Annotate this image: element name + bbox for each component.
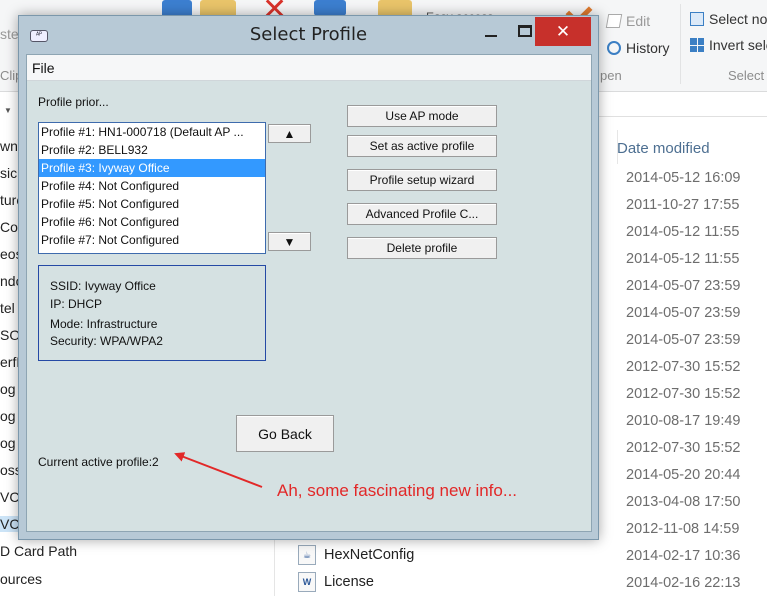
file-date: 2014-05-12 11:55 <box>626 251 740 267</box>
file-date: 2012-07-30 15:52 <box>626 386 741 402</box>
chevron-down-icon[interactable]: ▼ <box>4 106 12 115</box>
info-ssid: SSID: Ivyway Office <box>50 279 156 293</box>
set-active-profile-button[interactable]: Set as active profile <box>347 135 497 157</box>
file-date: 2012-07-30 15:52 <box>626 359 741 375</box>
list-item[interactable]: Profile #2: BELL932 <box>39 141 265 159</box>
close-button[interactable]: ✕ <box>535 17 591 46</box>
select-none-icon <box>690 12 704 26</box>
ribbon-history[interactable]: History <box>607 40 670 56</box>
current-active-profile-value: 2 <box>152 455 159 469</box>
dialog-client-area: File Profile prior... Profile #1: HN1-00… <box>26 54 592 532</box>
select-profile-dialog: ᴬᴾ Select Profile ✕ File Profile prior..… <box>18 15 599 540</box>
nav-item[interactable]: og <box>0 381 16 397</box>
file-date: 2010-08-17 19:49 <box>626 413 741 429</box>
advanced-profile-button[interactable]: Advanced Profile C... <box>347 203 497 225</box>
delete-profile-button[interactable]: Delete profile <box>347 237 497 259</box>
arrow-up-icon: ▲ <box>283 126 296 141</box>
java-icon: ☕ <box>298 545 316 565</box>
move-down-button[interactable]: ▼ <box>268 232 311 251</box>
ribbon-edit[interactable]: Edit <box>605 13 650 29</box>
profile-setup-wizard-button[interactable]: Profile setup wizard <box>347 169 497 191</box>
file-date: 2014-05-07 23:59 <box>626 278 741 294</box>
list-item[interactable]: Profile #4: Not Configured <box>39 177 265 195</box>
list-item[interactable]: Profile #6: Not Configured <box>39 213 265 231</box>
edit-icon <box>605 14 623 28</box>
select-group-label: Select <box>728 68 765 83</box>
ribbon-divider <box>680 4 681 84</box>
list-item-selected[interactable]: Profile #3: Ivyway Office <box>39 159 265 177</box>
move-up-button[interactable]: ▲ <box>268 124 311 143</box>
minimize-icon <box>485 35 497 37</box>
list-item[interactable]: Profile #5: Not Configured <box>39 195 265 213</box>
maximize-icon <box>518 25 532 37</box>
open-group-label: pen <box>600 68 622 83</box>
nav-item[interactable]: VC <box>0 489 19 505</box>
nav-item-sd-card-path[interactable]: D Card Path <box>0 543 77 559</box>
properties-icon[interactable] <box>314 0 346 16</box>
nav-item-sources[interactable]: ources <box>0 571 42 587</box>
list-item[interactable]: Profile #1: HN1-000718 (Default AP ... <box>39 123 265 141</box>
file-date: 2014-05-07 23:59 <box>626 305 741 321</box>
column-date-modified[interactable]: Date modified <box>617 140 710 157</box>
ribbon-select-none[interactable]: Select no <box>690 11 767 27</box>
nav-item[interactable]: og <box>0 435 16 451</box>
close-icon: ✕ <box>555 21 571 41</box>
info-ip: IP: DHCP <box>50 297 103 311</box>
file-date: 2014-02-17 10:36 <box>626 548 741 564</box>
profile-info-box: SSID: Ivyway Office IP: DHCP Mode: Infra… <box>38 265 266 361</box>
info-security: Security: WPA/WPA2 <box>50 334 163 348</box>
file-date: 2014-05-12 16:09 <box>626 170 741 186</box>
current-active-profile-label: Current active profile: <box>38 455 153 469</box>
file-date: 2013-04-08 17:50 <box>626 494 741 510</box>
list-item[interactable]: Profile #7: Not Configured <box>39 231 265 249</box>
file-row-license[interactable]: W License <box>298 572 374 592</box>
arrow-down-icon: ▼ <box>283 234 296 249</box>
nav-item[interactable]: sic <box>0 165 17 181</box>
paste-label: ste <box>0 26 19 42</box>
menu-file[interactable]: File <box>32 60 55 76</box>
file-date: 2014-02-16 22:13 <box>626 575 741 591</box>
go-back-button[interactable]: Go Back <box>236 415 334 452</box>
file-date: 2014-05-20 20:44 <box>626 467 741 483</box>
word-doc-icon: W <box>298 572 316 592</box>
minimize-button[interactable] <box>474 17 508 45</box>
file-name: License <box>324 574 374 590</box>
ribbon-invert-selection[interactable]: Invert sele <box>690 37 767 53</box>
profile-priority-label: Profile prior... <box>38 95 109 109</box>
nav-item[interactable]: tel <box>0 300 15 316</box>
menu-bar: File <box>27 55 591 81</box>
file-date: 2014-05-07 23:59 <box>626 332 741 348</box>
file-date: 2014-05-12 11:55 <box>626 224 740 240</box>
file-date: 2011-10-27 17:55 <box>626 197 740 213</box>
file-date: 2012-07-30 15:52 <box>626 440 741 456</box>
invert-selection-icon <box>690 38 704 52</box>
nav-item[interactable]: og <box>0 408 16 424</box>
file-name: HexNetConfig <box>324 547 415 563</box>
file-row-hexnetconfig[interactable]: ☕ HexNetConfig <box>298 545 414 565</box>
dialog-titlebar[interactable]: ᴬᴾ Select Profile ✕ <box>19 16 598 54</box>
search-box[interactable] <box>598 93 767 117</box>
annotation-text: Ah, some fascinating new info... <box>277 481 518 500</box>
use-ap-mode-button[interactable]: Use AP mode <box>347 105 497 127</box>
history-icon <box>607 41 621 55</box>
file-date: 2012-11-08 14:59 <box>626 521 740 537</box>
profile-list[interactable]: Profile #1: HN1-000718 (Default AP ... P… <box>38 122 266 254</box>
info-mode: Mode: Infrastructure <box>50 317 158 331</box>
